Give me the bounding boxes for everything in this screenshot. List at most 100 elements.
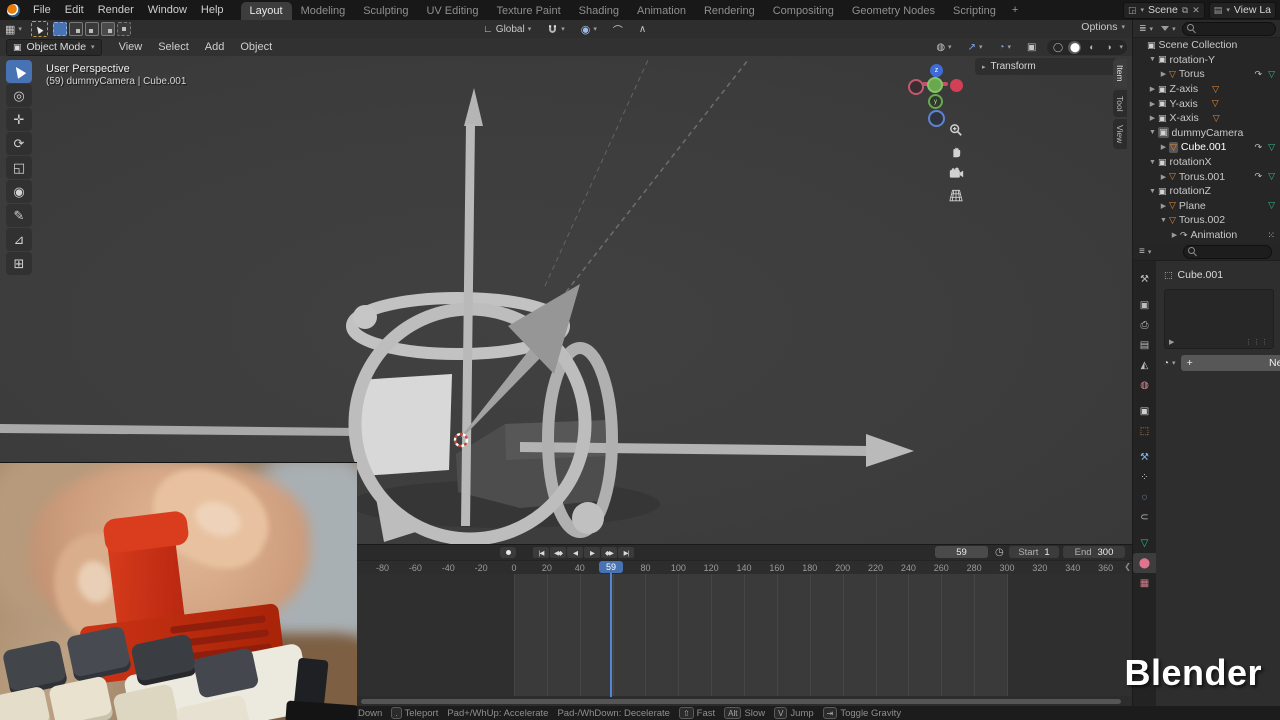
outliner-search-input[interactable]: [1182, 22, 1276, 36]
shading-rendered-icon[interactable]: ◑: [1102, 41, 1115, 54]
object-label[interactable]: rotation-Y: [1170, 54, 1216, 66]
blender-logo-icon[interactable]: [7, 4, 20, 17]
expand-icon[interactable]: ▶: [1159, 173, 1168, 181]
object-label[interactable]: Cube.001: [1181, 141, 1227, 153]
zoom-icon[interactable]: [946, 120, 966, 139]
outliner-row-rotation-y[interactable]: ▼▣rotation-Y: [1133, 53, 1280, 68]
properties-tab-collection[interactable]: ▣: [1133, 401, 1156, 421]
sidebar-tab-view[interactable]: View: [1113, 119, 1127, 149]
select-mode-new[interactable]: [53, 22, 67, 36]
object-label[interactable]: Torus.001: [1179, 171, 1225, 183]
object-label[interactable]: rotationX: [1170, 156, 1212, 168]
outliner-row-torus-002[interactable]: ▼▽Torus.002: [1133, 213, 1280, 228]
expand-icon[interactable]: ▶: [1170, 231, 1179, 239]
editor-type-button[interactable]: ▦▾: [0, 23, 27, 36]
properties-tab-material[interactable]: ⬤: [1133, 553, 1156, 573]
breadcrumb-object-name[interactable]: Cube.001: [1178, 269, 1224, 281]
outliner-row-y-axis[interactable]: ▶▣Y-axis▽: [1133, 96, 1280, 111]
properties-tab-output[interactable]: ⎙: [1133, 315, 1156, 335]
panel-divider[interactable]: [1132, 20, 1133, 706]
expand-icon[interactable]: ▶: [1159, 70, 1168, 78]
options-dropdown[interactable]: Options▾: [1081, 21, 1125, 33]
object-label[interactable]: Animation: [1191, 229, 1238, 241]
expand-icon[interactable]: ▼: [1148, 188, 1157, 195]
object-label[interactable]: Y-axis: [1170, 98, 1198, 110]
next-keyframe-button[interactable]: ◆▶: [601, 547, 617, 558]
scene-selector[interactable]: ◲▾ Scene ⧉ ✕: [1123, 2, 1205, 19]
current-frame-field[interactable]: 59: [935, 546, 988, 558]
expand-icon[interactable]: ▼: [1148, 159, 1157, 166]
tab-compositing[interactable]: Compositing: [764, 2, 843, 20]
gizmo-z-neg[interactable]: [928, 110, 945, 127]
browse-material-dropdown[interactable]: ◔▾: [1162, 358, 1177, 369]
play-button[interactable]: ▶: [584, 547, 600, 558]
outliner-row-dummycamera[interactable]: ▼▣dummyCamera: [1133, 126, 1280, 141]
snap-magnet-button[interactable]: ▾: [542, 24, 570, 35]
transform-panel-header[interactable]: ▸ Transform: [975, 58, 1118, 75]
timeline-ruler[interactable]: -80-60-40-200204080100120140160180200220…: [357, 560, 1133, 575]
gizmo-z-axis[interactable]: z: [930, 64, 943, 77]
clock-icon[interactable]: ◷: [995, 547, 1004, 558]
select-mode-intersect[interactable]: [117, 22, 131, 36]
playhead[interactable]: [610, 561, 612, 697]
proportional-editing-button[interactable]: ◉▾: [576, 23, 602, 36]
properties-tab-physics[interactable]: ◌: [1133, 487, 1156, 507]
tool-annotate[interactable]: ✎: [6, 204, 32, 227]
prev-keyframe-button[interactable]: ◀◆: [550, 547, 566, 558]
expand-icon[interactable]: ▶: [1148, 100, 1157, 108]
frame-start-field[interactable]: Start1: [1009, 546, 1059, 558]
expand-icon[interactable]: ▶: [1159, 202, 1168, 210]
falloff-curve-icon[interactable]: ∧: [634, 24, 651, 35]
plane-object[interactable]: [358, 374, 452, 476]
expand-icon[interactable]: ▼: [1148, 56, 1157, 63]
close-icon[interactable]: ✕: [1192, 5, 1200, 16]
expand-icon[interactable]: ▼: [1148, 129, 1157, 136]
object-label[interactable]: Torus: [1179, 68, 1205, 80]
tab-scripting[interactable]: Scripting: [944, 2, 1005, 20]
outliner-row-torus[interactable]: ▶▽Torus↷▽: [1133, 67, 1280, 82]
expand-icon[interactable]: ▼: [1159, 217, 1168, 224]
properties-tab-object[interactable]: ⬚: [1133, 421, 1156, 441]
current-frame-badge[interactable]: 59: [599, 561, 623, 573]
menu-render[interactable]: Render: [91, 3, 141, 17]
camera-view-icon[interactable]: [946, 164, 966, 183]
material-slot-list[interactable]: ▶ ⋮⋮⋮: [1164, 289, 1274, 349]
tool-rotate[interactable]: ⟳: [6, 132, 32, 155]
outliner-display-mode[interactable]: ≣▾: [1137, 23, 1155, 34]
outliner-row-animation[interactable]: ▶↷Animation⁙: [1133, 228, 1280, 243]
menu-file[interactable]: File: [26, 3, 58, 17]
active-tool-icon[interactable]: [31, 21, 48, 37]
properties-tab-world[interactable]: ◍: [1133, 375, 1156, 395]
slot-expand-icon[interactable]: ▶: [1169, 338, 1174, 346]
select-mode-invert[interactable]: [101, 22, 115, 36]
menu-edit[interactable]: Edit: [58, 3, 91, 17]
properties-tab-tool[interactable]: ⚒: [1133, 269, 1156, 289]
expand-icon[interactable]: ▶: [1148, 114, 1157, 122]
outliner-row-rotationz[interactable]: ▼▣rotationZ: [1133, 184, 1280, 199]
sidebar-tab-item[interactable]: Item: [1113, 59, 1127, 88]
object-label[interactable]: X-axis: [1170, 112, 1199, 124]
outliner-row-plane[interactable]: ▶▽Plane▽: [1133, 199, 1280, 214]
panel-collapse-icon[interactable]: ❮: [1124, 562, 1131, 571]
tab-animation[interactable]: Animation: [628, 2, 695, 20]
tab-modeling[interactable]: Modeling: [292, 2, 355, 20]
overlay-extras-dropdown[interactable]: ◔▾: [993, 42, 1016, 53]
tab-geometry-nodes[interactable]: Geometry Nodes: [843, 2, 944, 20]
viewport-menu-add[interactable]: Add: [198, 40, 232, 54]
properties-tab-view-layer[interactable]: ▤: [1133, 335, 1156, 355]
select-mode-extend[interactable]: [69, 22, 83, 36]
jump-start-button[interactable]: |◀: [533, 547, 549, 558]
tab-sculpting[interactable]: Sculpting: [354, 2, 417, 20]
tab-rendering[interactable]: Rendering: [695, 2, 764, 20]
object-label[interactable]: Z-axis: [1170, 83, 1199, 95]
outliner-filter-button[interactable]: ▾: [1159, 25, 1178, 33]
properties-tab-constraints[interactable]: ⊂: [1133, 507, 1156, 527]
viewport-menu-view[interactable]: View: [112, 40, 150, 54]
shading-wireframe-icon[interactable]: ◯: [1051, 41, 1064, 54]
menu-help[interactable]: Help: [194, 3, 231, 17]
outliner-row-cube-001[interactable]: ▶▽Cube.001↷▽: [1133, 140, 1280, 155]
tool-transform[interactable]: ◉: [6, 180, 32, 203]
expand-icon[interactable]: ▶: [1148, 85, 1157, 93]
object-label[interactable]: Torus.002: [1179, 214, 1225, 226]
add-workspace-button[interactable]: +: [1005, 1, 1025, 19]
